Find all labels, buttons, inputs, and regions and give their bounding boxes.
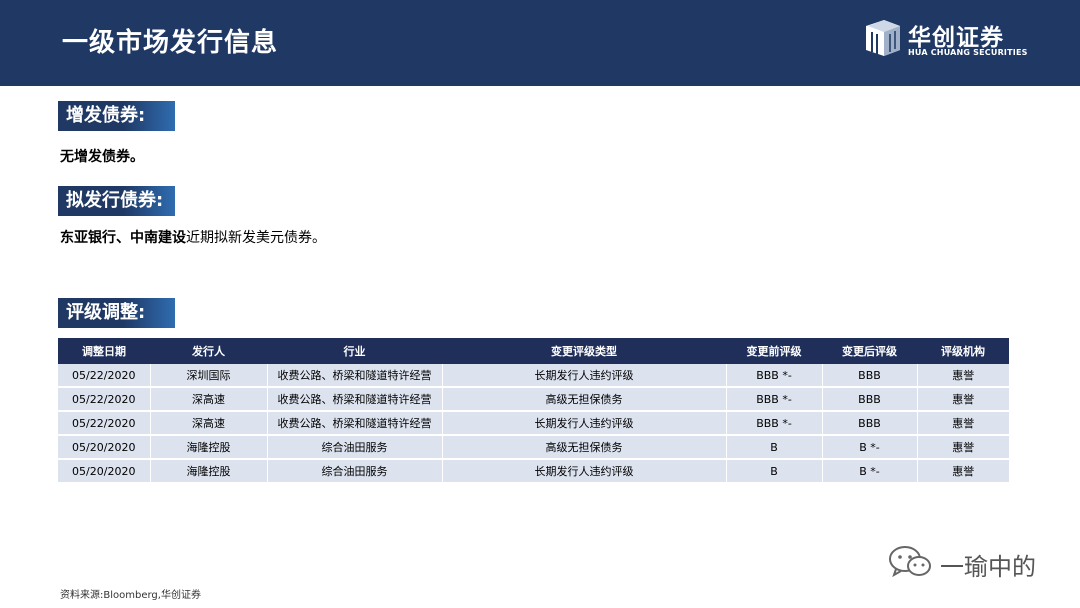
table-header-cell: 变更前评级 bbox=[726, 338, 822, 364]
watermark-text: 一瑜中的 bbox=[940, 553, 1036, 581]
table-cell: 惠誉 bbox=[917, 364, 1009, 388]
table-cell: 长期发行人违约评级 bbox=[442, 411, 727, 436]
table-cell: 收费公路、桥梁和隧道特许经营 bbox=[267, 364, 443, 388]
table-cell: 深高速 bbox=[150, 387, 268, 412]
section-label-rating-changes: 评级调整: bbox=[58, 298, 175, 328]
table-cell: 深圳国际 bbox=[150, 364, 268, 388]
table-cell: 收费公路、桥梁和隧道特许经营 bbox=[267, 387, 443, 412]
logo-chinese-name: 华创证券 bbox=[908, 25, 1004, 51]
table-header-cell: 变更后评级 bbox=[822, 338, 917, 364]
table-cell: 综合油田服务 bbox=[267, 459, 443, 484]
table-cell: BBB *- bbox=[726, 387, 823, 412]
page-title: 一级市场发行信息 bbox=[62, 28, 279, 58]
header-bar: 一级市场发行信息 华创证券 HUA CHUANG SECURITIES bbox=[0, 0, 1080, 86]
table-cell: 高级无担保债务 bbox=[442, 387, 727, 412]
table-header-cell: 变更评级类型 bbox=[442, 338, 726, 364]
table-header-cell: 发行人 bbox=[150, 338, 267, 364]
table-row: 05/22/2020 深圳国际 收费公路、桥梁和隧道特许经营 长期发行人违约评级… bbox=[58, 364, 1009, 388]
table-cell: 05/22/2020 bbox=[58, 411, 151, 436]
table-cell: B *- bbox=[822, 435, 918, 460]
table-cell: BBB bbox=[822, 387, 918, 412]
table-row: 05/20/2020 海隆控股 综合油田服务 高级无担保债务 B B *- 惠誉 bbox=[58, 435, 1009, 460]
table-cell: 收费公路、桥梁和隧道特许经营 bbox=[267, 411, 443, 436]
table-header-row: 调整日期 发行人 行业 变更评级类型 变更前评级 变更后评级 评级机构 bbox=[58, 338, 1009, 364]
table-cell: BBB bbox=[822, 364, 918, 388]
wechat-watermark: 一瑜中的 bbox=[888, 545, 1058, 581]
planned-issue-issuers: 东亚银行、中南建设 bbox=[60, 230, 186, 246]
table-cell: B bbox=[726, 459, 823, 484]
table-cell: 深高速 bbox=[150, 411, 268, 436]
table-header-cell: 调整日期 bbox=[58, 338, 150, 364]
table-row: 05/22/2020 深高速 收费公路、桥梁和隧道特许经营 长期发行人违约评级 … bbox=[58, 411, 1009, 436]
table-cell: BBB *- bbox=[726, 364, 823, 388]
table-header-cell: 行业 bbox=[267, 338, 442, 364]
table-cell: B bbox=[726, 435, 823, 460]
table-cell: 长期发行人违约评级 bbox=[442, 364, 727, 388]
table-cell: 海隆控股 bbox=[150, 435, 268, 460]
table-cell: 高级无担保债务 bbox=[442, 435, 727, 460]
table-cell: 05/20/2020 bbox=[58, 435, 151, 460]
source-note: 资料来源:Bloomberg,华创证券 bbox=[60, 590, 201, 601]
table-cell: 05/22/2020 bbox=[58, 387, 151, 412]
planned-issue-description: 近期拟新发美元债券。 bbox=[186, 230, 326, 246]
table-cell: 长期发行人违约评级 bbox=[442, 459, 727, 484]
table-cell: 惠誉 bbox=[917, 459, 1009, 484]
planned-issue-text: 东亚银行、中南建设近期拟新发美元债券。 bbox=[60, 227, 326, 247]
table-cell: B *- bbox=[822, 459, 918, 484]
table-cell: BBB bbox=[822, 411, 918, 436]
table-row: 05/20/2020 海隆控股 综合油田服务 长期发行人违约评级 B B *- … bbox=[58, 459, 1009, 484]
table-cell: 惠誉 bbox=[917, 387, 1009, 412]
wechat-icon bbox=[889, 546, 931, 578]
table-cell: BBB *- bbox=[726, 411, 823, 436]
table-cell: 综合油田服务 bbox=[267, 435, 443, 460]
logo-english-name: HUA CHUANG SECURITIES bbox=[908, 48, 1028, 57]
logo-cube-icon bbox=[866, 20, 900, 56]
table-header-cell: 评级机构 bbox=[917, 338, 1009, 364]
table-cell: 05/22/2020 bbox=[58, 364, 151, 388]
additional-issue-text: 无增发债券。 bbox=[60, 149, 144, 165]
section-label-planned-issue: 拟发行债券: bbox=[58, 186, 175, 216]
table-cell: 惠誉 bbox=[917, 435, 1009, 460]
section-label-additional-issue: 增发债券: bbox=[58, 101, 175, 131]
table-cell: 海隆控股 bbox=[150, 459, 268, 484]
table-row: 05/22/2020 深高速 收费公路、桥梁和隧道特许经营 高级无担保债务 BB… bbox=[58, 387, 1009, 412]
rating-changes-table: 调整日期 发行人 行业 变更评级类型 变更前评级 变更后评级 评级机构 05/2… bbox=[58, 338, 1009, 484]
table-cell: 05/20/2020 bbox=[58, 459, 151, 484]
company-logo: 华创证券 HUA CHUANG SECURITIES bbox=[864, 18, 1027, 62]
table-cell: 惠誉 bbox=[917, 411, 1009, 436]
